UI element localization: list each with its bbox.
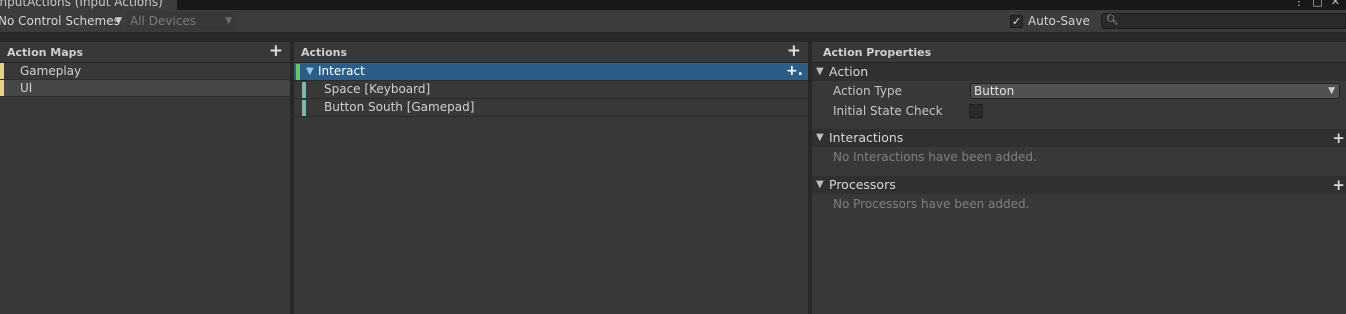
collapse-triangle-icon: ▼	[816, 66, 824, 77]
add-action-button[interactable]: +	[787, 42, 801, 60]
action-accent	[296, 64, 300, 80]
more-vert-icon[interactable]: ⋮	[1293, 0, 1304, 9]
control-schemes-dropdown[interactable]: No Control Schemes ▼	[0, 11, 124, 31]
initial-state-label: Initial State Check	[833, 104, 943, 118]
close-icon[interactable]: ✕	[1331, 0, 1340, 9]
add-action-map-button[interactable]: +	[269, 42, 283, 60]
action-properties-body: ▼ Action Action Type Button ▼ Initial St…	[812, 63, 1346, 314]
binding-accent	[302, 100, 306, 116]
auto-save-toggle[interactable]: ✓ Auto-Save	[1010, 12, 1090, 30]
add-interaction-button[interactable]: +	[1332, 129, 1345, 147]
action-section-header[interactable]: ▼ Action	[812, 63, 1346, 81]
auto-save-checkbox[interactable]: ✓	[1010, 14, 1023, 28]
editor-tab[interactable]: InputActions (Input Actions)	[0, 0, 177, 10]
actions-tree: ▼ Interact +. Space [Keyboard] Button So…	[294, 63, 808, 314]
action-type-value: Button	[974, 84, 1015, 98]
binding-item[interactable]: Space [Keyboard]	[294, 81, 808, 99]
editor-tab-label: InputActions (Input Actions)	[0, 0, 163, 9]
devices-label: All Devices	[130, 14, 196, 28]
action-label: Interact	[318, 64, 365, 78]
devices-dropdown[interactable]: All Devices ▼	[126, 11, 236, 31]
binding-item[interactable]: Button South [Gamepad]	[294, 99, 808, 117]
collapse-triangle-icon: ▼	[816, 132, 824, 143]
search-input[interactable]: 🔍︎	[1101, 13, 1346, 29]
action-map-item[interactable]: Gameplay	[0, 63, 290, 80]
collapse-triangle-icon: ▼	[816, 179, 824, 190]
action-map-label: UI	[20, 81, 33, 95]
actions-pane: Actions + ▼ Interact +. Space [Keyboard]…	[294, 42, 808, 314]
actions-title: Actions	[301, 46, 347, 59]
action-properties-header: Action Properties	[812, 42, 1346, 63]
processors-empty-note: No Processors have been added.	[833, 197, 1030, 211]
actions-header: Actions +	[294, 42, 808, 63]
processors-section-header[interactable]: ▼ Processors +	[812, 176, 1346, 194]
binding-label: Space [Keyboard]	[324, 82, 431, 96]
binding-label: Button South [Gamepad]	[324, 100, 475, 114]
action-maps-header: Action Maps +	[0, 42, 290, 63]
action-type-row: Action Type Button ▼	[812, 81, 1346, 101]
action-map-accent	[0, 80, 4, 96]
control-schemes-label: No Control Schemes	[0, 14, 120, 28]
expand-triangle-icon[interactable]: ▼	[306, 63, 314, 80]
action-properties-title: Action Properties	[823, 46, 932, 59]
initial-state-row: Initial State Check	[812, 101, 1346, 121]
action-maps-pane: Action Maps + Gameplay UI	[0, 42, 290, 314]
action-item[interactable]: ▼ Interact +.	[294, 63, 808, 81]
chevron-down-icon: ▼	[1328, 86, 1335, 96]
chevron-down-icon: ▼	[225, 16, 232, 26]
action-section-label: Action	[829, 64, 869, 79]
binding-accent	[302, 82, 306, 98]
action-map-accent	[0, 63, 4, 79]
interactions-empty-note: No Interactions have been added.	[833, 150, 1037, 164]
chevron-down-icon: ▼	[115, 16, 122, 26]
initial-state-checkbox[interactable]	[969, 104, 983, 118]
window-title-strip: InputActions (Input Actions) ⋮ □ ✕	[0, 0, 1346, 10]
add-processor-button[interactable]: +	[1332, 176, 1345, 194]
action-properties-pane: Action Properties ▼ Action Action Type B…	[812, 42, 1346, 314]
action-type-label: Action Type	[833, 84, 902, 98]
interactions-section-header[interactable]: ▼ Interactions +	[812, 129, 1346, 147]
window-controls: ⋮ □ ✕	[1293, 0, 1340, 9]
action-maps-title: Action Maps	[7, 46, 84, 59]
action-maps-list: Gameplay UI	[0, 63, 290, 314]
action-type-dropdown[interactable]: Button ▼	[970, 83, 1340, 99]
action-map-item[interactable]: UI	[0, 80, 290, 97]
action-map-label: Gameplay	[20, 64, 82, 78]
auto-save-label: Auto-Save	[1028, 14, 1090, 28]
maximize-icon[interactable]: □	[1312, 0, 1322, 9]
interactions-section-label: Interactions	[829, 130, 904, 145]
toolbar: No Control Schemes ▼ All Devices ▼ ✓ Aut…	[0, 10, 1346, 33]
processors-section-label: Processors	[829, 177, 896, 192]
search-icon: 🔍︎	[1106, 15, 1119, 26]
add-binding-button[interactable]: +.	[786, 63, 803, 80]
